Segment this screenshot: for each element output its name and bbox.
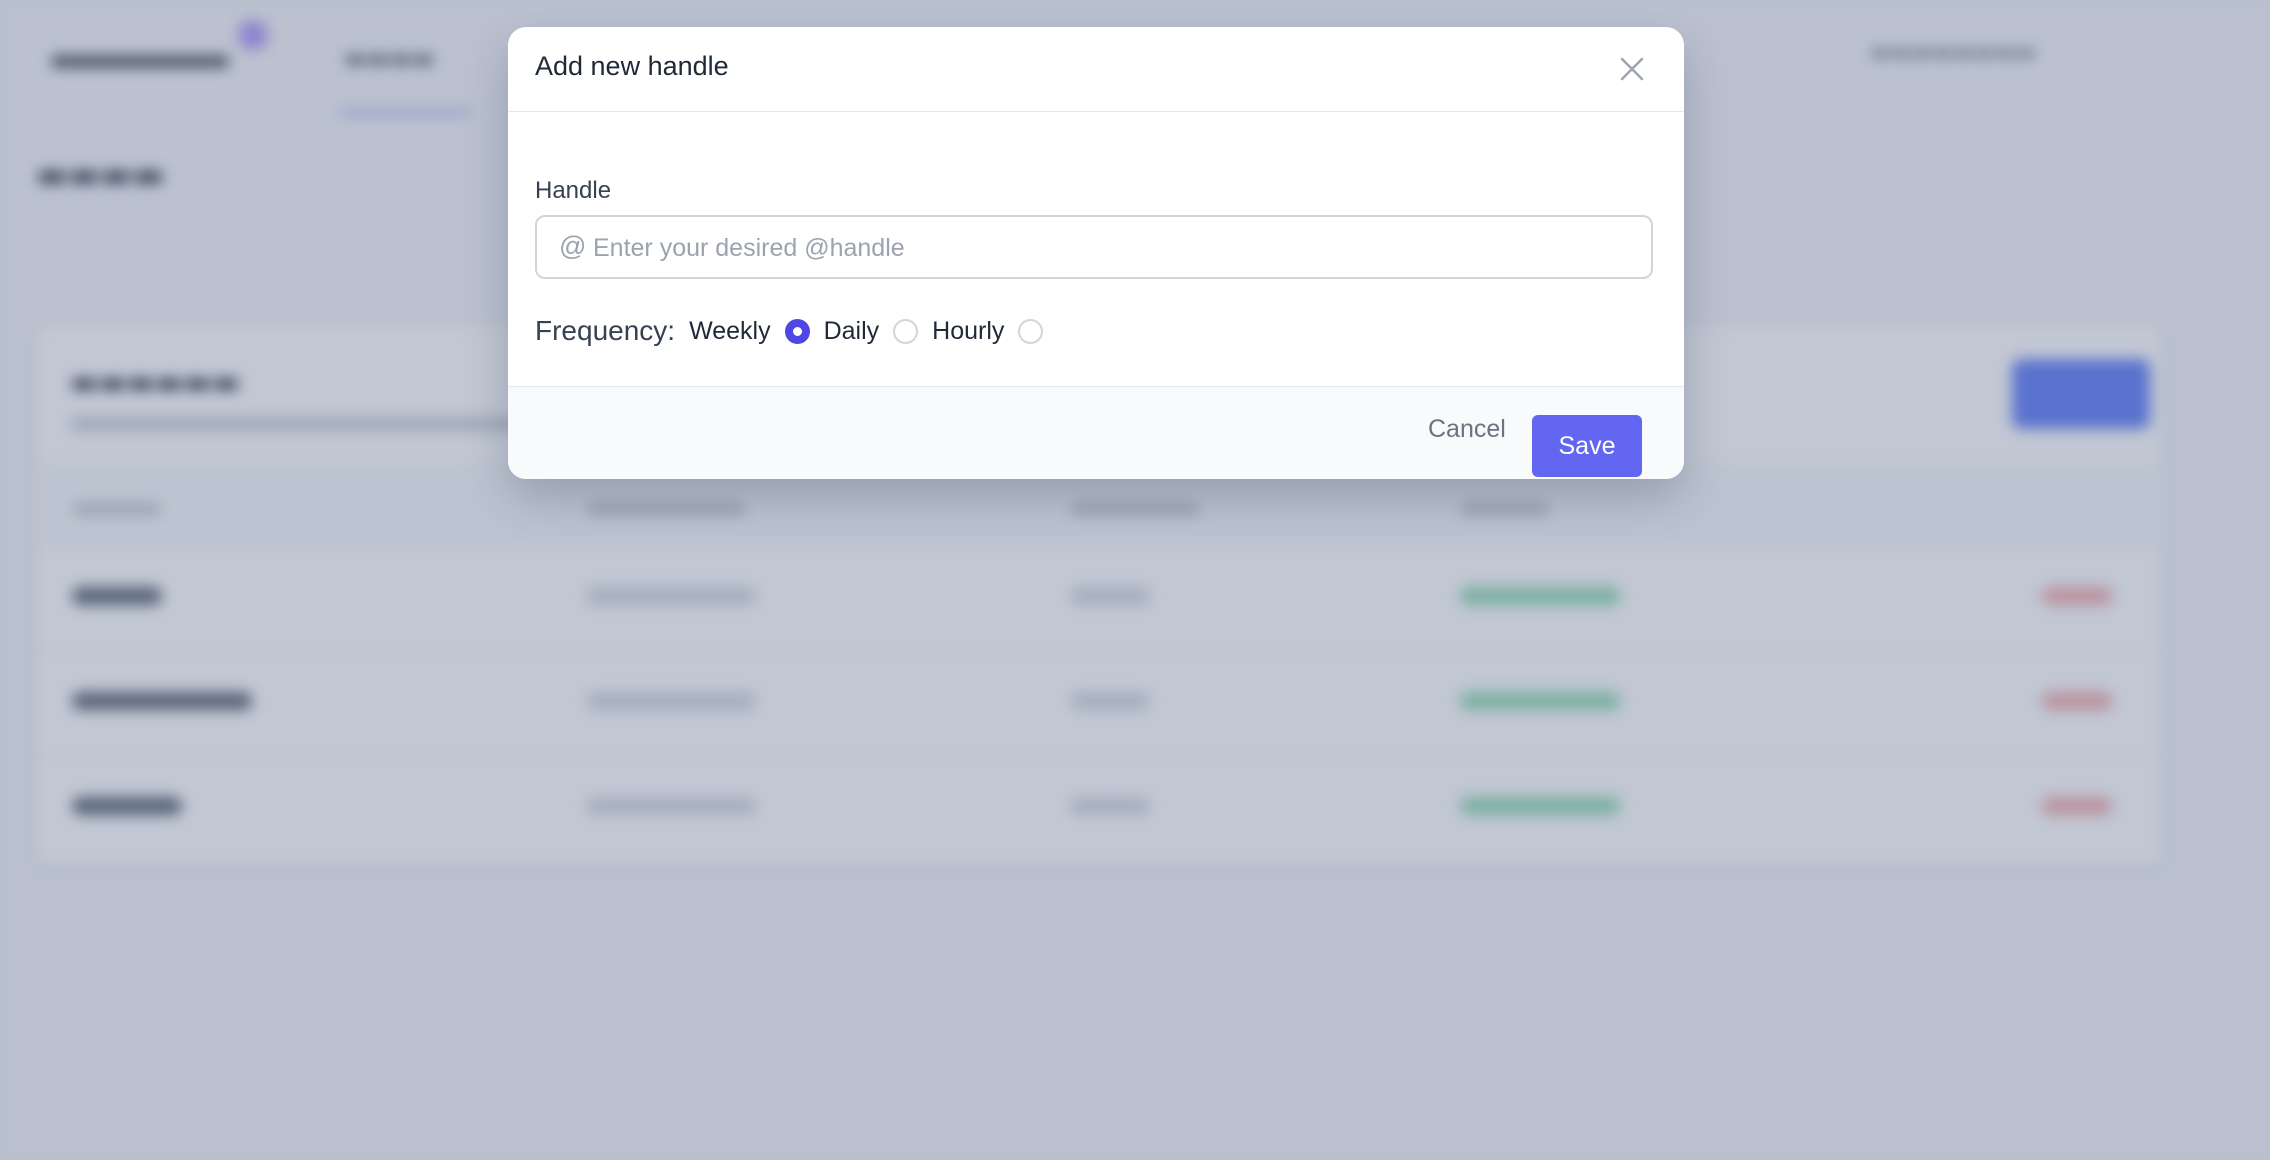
handle-label: Handle [535, 177, 612, 204]
frequency-option-weekly[interactable]: Weekly [689, 317, 824, 346]
dialog-footer: Cancel Save [508, 386, 1684, 479]
frequency-option-label: Daily [823, 316, 880, 345]
close-button[interactable] [1614, 51, 1650, 87]
radio-daily[interactable] [893, 318, 919, 344]
handle-input[interactable] [591, 227, 1635, 269]
handle-input-wrapper[interactable]: @ [535, 215, 1653, 279]
frequency-option-hourly[interactable]: Hourly [932, 317, 1057, 346]
radio-hourly[interactable] [1018, 318, 1044, 344]
radio-weekly[interactable] [784, 318, 810, 344]
dialog-title: Add new handle [535, 51, 729, 81]
add-handle-dialog: Add new handle Handle @ Frequency: Weekl… [508, 27, 1684, 479]
frequency-option-label: Hourly [932, 316, 1005, 345]
frequency-label: Frequency: [535, 315, 676, 346]
cancel-button[interactable]: Cancel [1428, 415, 1506, 444]
frequency-group: Frequency: Weekly Daily Hourly [535, 311, 1057, 351]
at-prefix: @ [559, 231, 587, 261]
dialog-body: Handle @ Frequency: Weekly Daily Hourly [508, 111, 1684, 386]
dialog-header: Add new handle [508, 27, 1684, 112]
save-button[interactable]: Save [1532, 415, 1642, 477]
frequency-option-label: Weekly [689, 316, 771, 345]
frequency-option-daily[interactable]: Daily [824, 317, 933, 346]
close-icon [1620, 57, 1644, 81]
